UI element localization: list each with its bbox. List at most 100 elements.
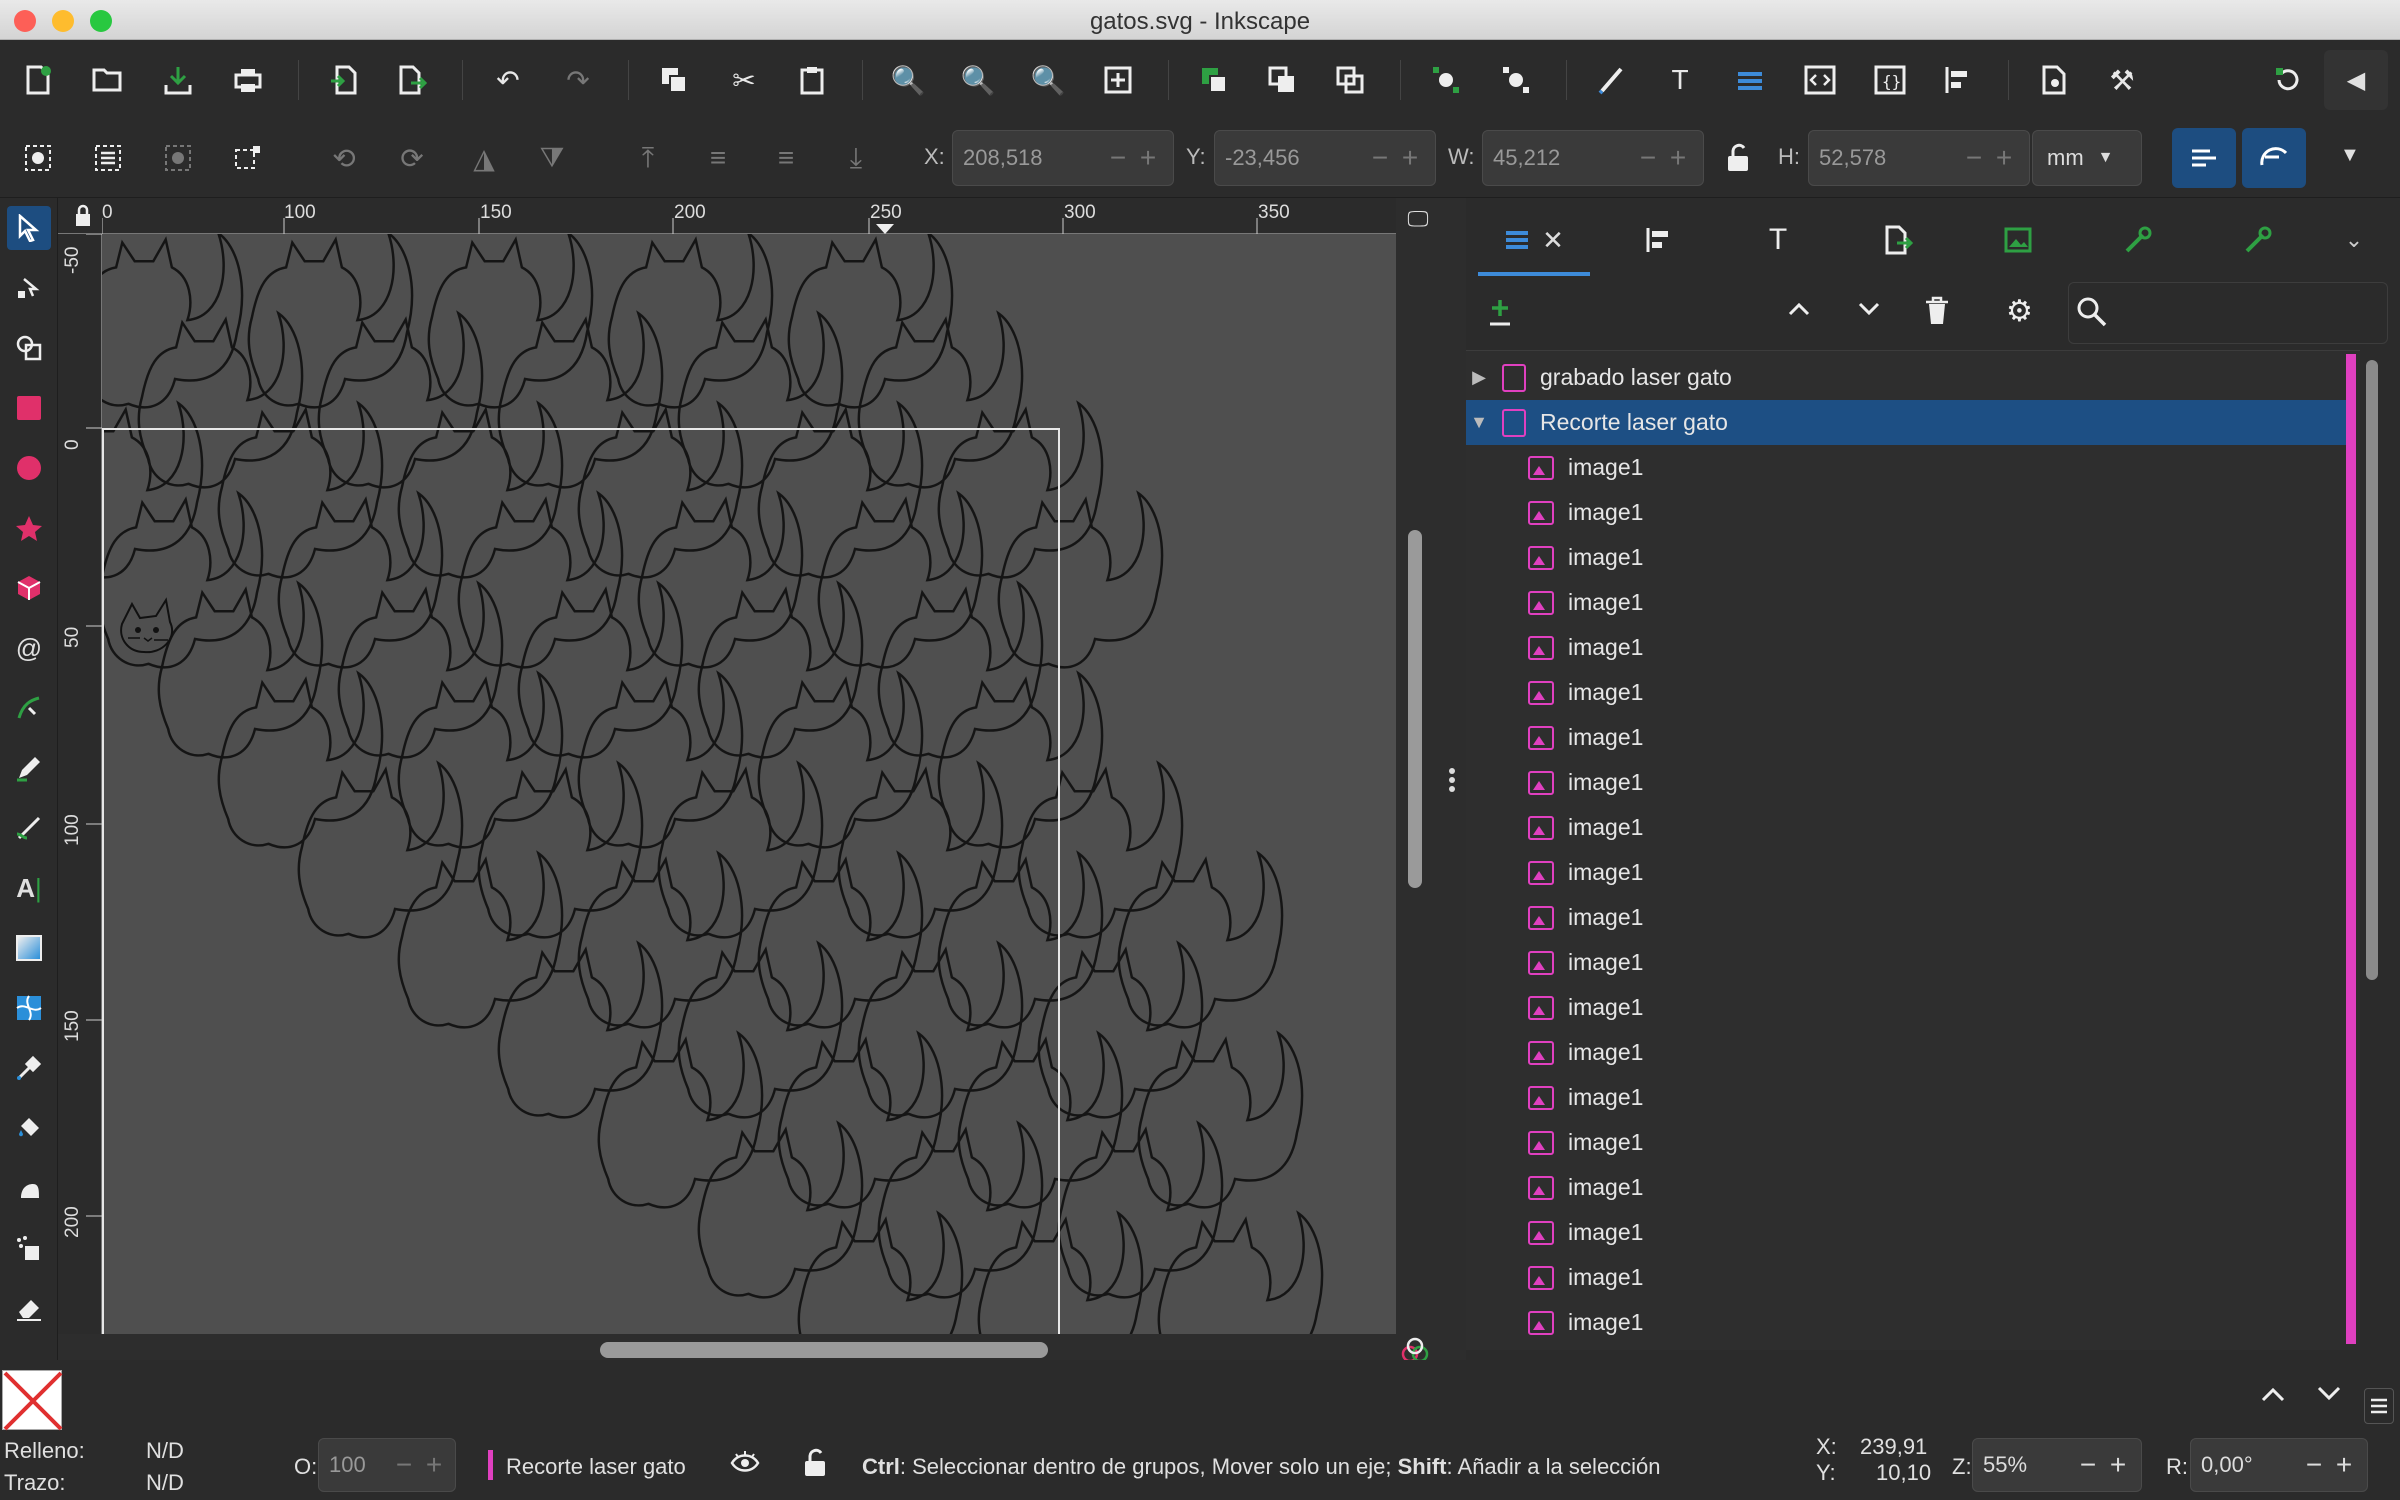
expanded-arrow-icon[interactable]: ▼ [1466, 412, 1492, 433]
add-layer-icon[interactable] [1486, 296, 1514, 336]
chevron-down-icon[interactable] [2314, 1382, 2344, 1412]
w-field[interactable]: −+ [1482, 130, 1704, 186]
settings-gear-icon[interactable]: ⚙ [2006, 294, 2033, 329]
zoom-in-button[interactable]: + [2103, 1449, 2133, 1481]
text-icon[interactable]: T [1658, 58, 1702, 102]
opacity-increment[interactable]: + [419, 1449, 449, 1481]
move-up-icon[interactable] [1784, 294, 1814, 331]
text-tool-icon[interactable]: A | [7, 866, 51, 910]
opacity-input[interactable] [319, 1452, 389, 1478]
search-field[interactable] [2068, 282, 2388, 344]
object-row[interactable]: image1 [1466, 1075, 2348, 1120]
object-row[interactable]: image1 [1466, 535, 2348, 580]
redo-icon[interactable]: ↷ [556, 58, 600, 102]
save-icon[interactable] [156, 58, 200, 102]
ellipse-tool-icon[interactable] [7, 446, 51, 490]
zoom-input[interactable] [1973, 1452, 2073, 1478]
node-join-icon[interactable] [1424, 58, 1468, 102]
cut-icon[interactable]: ✂ [722, 58, 766, 102]
preferences-icon[interactable]: ⚒ [2100, 58, 2144, 102]
object-row[interactable]: image1 [1466, 1255, 2348, 1300]
eraser-tool-icon[interactable] [7, 1286, 51, 1330]
y-increment[interactable]: + [1395, 142, 1425, 174]
object-row[interactable]: image1 [1466, 580, 2348, 625]
zoom-field[interactable]: −+ [1972, 1438, 2142, 1492]
zoom-selection-icon[interactable]: 🔍 [886, 58, 930, 102]
3d-box-tool-icon[interactable] [7, 566, 51, 610]
pen-tool-icon[interactable] [7, 686, 51, 730]
tabs-overflow-icon[interactable]: ⌄ [2322, 212, 2386, 268]
delete-icon[interactable] [1924, 296, 1950, 332]
object-row[interactable]: image1 [1466, 760, 2348, 805]
y-field[interactable]: −+ [1214, 130, 1436, 186]
h-increment[interactable]: + [1989, 142, 2019, 174]
flip-horizontal-icon[interactable]: ◮ [462, 136, 506, 180]
collapsed-arrow-icon[interactable]: ▶ [1466, 367, 1492, 388]
chevron-up-icon[interactable] [2258, 1382, 2288, 1412]
visibility-eye-icon[interactable] [730, 1450, 760, 1483]
print-icon[interactable] [226, 58, 270, 102]
layers-scrollbar[interactable] [2366, 360, 2378, 980]
lock-proportions-icon[interactable] [1716, 136, 1760, 180]
object-row[interactable]: image1 [1466, 445, 2348, 490]
object-row[interactable]: image1 [1466, 715, 2348, 760]
node-tool-icon[interactable] [7, 266, 51, 310]
undo-icon[interactable]: ↶ [486, 58, 530, 102]
zoom-drawing-icon[interactable]: 🔍 [956, 58, 1000, 102]
h-input[interactable] [1809, 145, 1959, 171]
flip-vertical-icon[interactable]: ⧩ [530, 136, 574, 180]
overflow-chevron-icon[interactable]: ▼ [2340, 144, 2360, 167]
rotate-ccw-icon[interactable]: ⟲ [322, 136, 366, 180]
raise-to-top-icon[interactable]: ⤒ [626, 136, 670, 180]
object-row[interactable]: image1 [1466, 670, 2348, 715]
object-row[interactable]: image1 [1466, 490, 2348, 535]
rotation-input[interactable] [2191, 1452, 2299, 1478]
y-input[interactable] [1215, 145, 1365, 171]
export-tab[interactable] [1858, 212, 1938, 268]
dropper-tool-icon[interactable] [7, 1046, 51, 1090]
close-tab-icon[interactable]: ✕ [1542, 225, 1564, 256]
w-decrement[interactable]: − [1633, 142, 1663, 174]
pencil-tool-icon[interactable] [7, 746, 51, 790]
select-all-icon[interactable] [16, 136, 60, 180]
fill-stroke-icon[interactable] [1590, 58, 1634, 102]
select-all-layers-icon[interactable] [86, 136, 130, 180]
display-mode-icon[interactable]: 🖵 [1398, 204, 1438, 234]
open-icon[interactable] [86, 58, 130, 102]
object-row[interactable]: image1 [1466, 1030, 2348, 1075]
scale-corners-button[interactable] [2242, 128, 2306, 188]
x-decrement[interactable]: − [1103, 142, 1133, 174]
spray-tool-icon[interactable] [7, 1226, 51, 1270]
snap-icon[interactable] [2266, 58, 2310, 102]
object-row[interactable]: image1 [1466, 895, 2348, 940]
layer-row[interactable]: ▼ Recorte laser gato [1466, 400, 2348, 445]
w-increment[interactable]: + [1663, 142, 1693, 174]
lower-to-bottom-icon[interactable]: ⤓ [834, 136, 878, 180]
x-increment[interactable]: + [1133, 142, 1163, 174]
y-decrement[interactable]: − [1365, 142, 1395, 174]
xml-editor-icon[interactable] [1798, 58, 1842, 102]
export-icon[interactable] [390, 58, 434, 102]
rotate-increment[interactable]: + [2329, 1449, 2359, 1481]
layers-icon[interactable] [1728, 58, 1772, 102]
horizontal-scrollbar[interactable] [600, 1342, 1048, 1358]
layer-row[interactable]: ▶ grabado laser gato [1466, 355, 2348, 400]
w-input[interactable] [1483, 145, 1633, 171]
mesh-tool-icon[interactable] [7, 986, 51, 1030]
dock-resize-grip[interactable] [1446, 765, 1458, 795]
zoom-page-icon[interactable]: 🔍 [1026, 58, 1070, 102]
zoom-out-button[interactable]: − [2073, 1449, 2103, 1481]
duplicate-icon[interactable] [652, 58, 696, 102]
touch-select-icon[interactable] [226, 136, 270, 180]
ungroup-icon[interactable] [1260, 58, 1304, 102]
h-field[interactable]: −+ [1808, 130, 2030, 186]
group-icon[interactable] [1192, 58, 1236, 102]
move-down-icon[interactable] [1854, 294, 1884, 330]
selectors-icon[interactable]: {} [1868, 58, 1912, 102]
object-row[interactable]: image1 [1466, 1300, 2348, 1345]
current-layer-name[interactable]: Recorte laser gato [506, 1454, 686, 1480]
deselect-icon[interactable] [156, 136, 200, 180]
x-input[interactable] [953, 145, 1103, 171]
opacity-decrement[interactable]: − [389, 1449, 419, 1481]
fill-swatch[interactable] [2, 1370, 63, 1431]
